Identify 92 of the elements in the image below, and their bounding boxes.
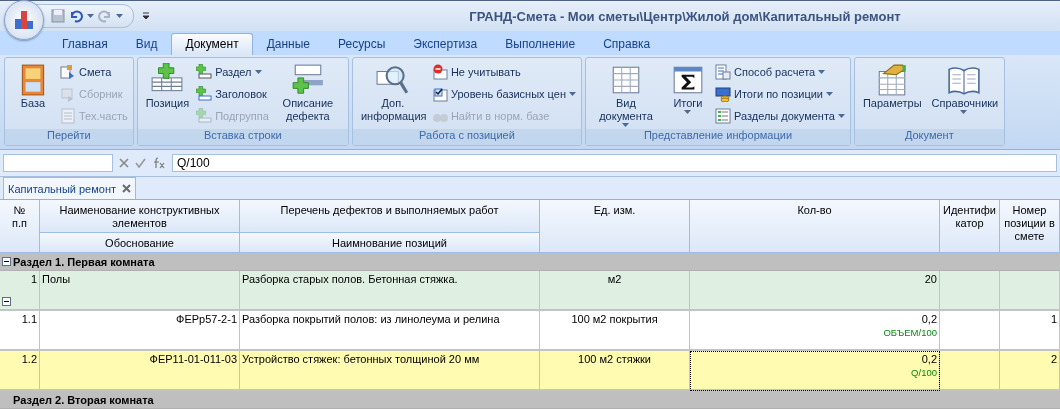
text-page-icon [60,108,76,125]
column-header: Идентификатор [940,200,1000,253]
ribbon-button[interactable]: Описание дефекта [272,60,343,130]
group-caption: Работа с позицией [352,129,581,146]
column-subheader: Наимнование позиций [240,233,540,253]
add-section-icon [196,64,213,81]
add-subgroup-icon [196,108,213,125]
dropdown-icon [569,92,576,97]
column-header: Наименование конструктивных элементов [40,200,240,233]
column-header: Номер позиции в смете [1000,200,1060,253]
ribbon-tab[interactable]: Выполнение [491,32,590,55]
dropdown-icon [254,70,262,75]
quantity-value: 0,2 [920,313,937,326]
ribbon-button[interactable]: Итоги по позиции [715,84,845,104]
add-defect-icon [290,62,325,97]
dropdown-icon [960,109,968,114]
dropdown-icon [826,92,833,97]
table-cell: 1.1 [0,311,40,351]
column-header: Перечень дефектов и выполняемых работ [240,200,540,233]
ribbon-button[interactable]: Уровень базисных цен [431,84,576,104]
checklist-icon [431,86,448,103]
document-icon [60,64,76,81]
ribbon-button[interactable]: Вид документа [591,60,661,130]
function-icon[interactable] [152,157,166,170]
group-caption: Вставка строки [137,129,348,146]
table-cell: 100 м2 покрытия [540,311,690,351]
table-cell: Устройство стяжек: бетонных толщиной 20 мм [240,351,540,391]
group-caption: Перейти [5,129,133,146]
table-cell: 2 [1000,351,1060,391]
table-cell: ФЕРр57-2-1 [40,311,240,351]
ribbon-button[interactable]: Справочники [928,60,999,130]
ribbon-button[interactable]: Итоги [665,60,711,130]
ribbon-tab[interactable]: Экспертиза [399,32,492,55]
quantity-formula: ОБЪЕМ/100 [882,326,937,339]
undo-dropdown-icon [87,14,94,18]
column-header: Кол-во [690,200,940,253]
quantity-value: 0,2 [920,353,937,366]
dropdown-icon [837,114,845,119]
collapse-icon[interactable] [2,297,11,306]
customize-toolbar-icon[interactable] [142,12,150,20]
ribbon-button[interactable]: Доп. информация [357,60,428,130]
table-cell: 1 [1000,311,1060,351]
ribbon-tab[interactable]: Ресурсы [324,32,400,55]
ribbon-button[interactable]: Способ расчета [715,62,845,82]
ribbon-button[interactable]: Параметры [859,60,925,130]
confirm-icon[interactable] [135,158,146,169]
ribbon-button[interactable]: Смета [60,62,128,82]
section-title: Раздел 2. Вторая комната [13,393,154,406]
dropdown-icon [818,70,826,75]
column-header: № п.п [0,200,40,253]
redo-dropdown-icon [116,14,123,18]
table-cell: м2 [540,271,690,311]
group-caption: Представление информации [586,129,850,146]
quantity-value: 20 [923,273,937,286]
ribbon-button[interactable]: База [10,60,56,130]
table-cell: 100 м2 стяжки [540,351,690,391]
table-cell: Полы [40,271,240,311]
dropdown-icon [684,109,692,114]
section-title: Раздел 1. Первая комната [13,255,155,268]
ribbon-button[interactable]: Не учитывать [431,62,576,82]
ribbon-tab[interactable]: Главная [48,32,122,55]
column-header: Ед. изм. [540,200,690,253]
exclude-icon [431,64,448,81]
add-heading-icon [196,86,213,103]
coins-icon [715,86,731,103]
table-cell: 1 [0,271,40,311]
quantity-formula: Q/100 [910,366,937,379]
ribbon-button[interactable]: Позиция [142,60,193,130]
document-tab[interactable]: Капитальный ремонт [3,177,137,199]
formula-field[interactable]: Q/100 [172,154,1057,173]
dropdown-icon [622,122,630,127]
undo-icon[interactable] [69,9,83,23]
ribbon-button[interactable]: Раздел [196,62,269,82]
ribbon-tab[interactable]: Справка [589,32,665,55]
close-icon[interactable] [122,184,132,193]
cancel-icon[interactable] [119,158,129,169]
ribbon-tab[interactable]: Документ [171,32,253,55]
group-caption: Документ [854,129,1004,146]
ribbon-button[interactable]: Заголовок [196,84,269,104]
table-cell: 1.2 [0,351,40,391]
application-menu-button[interactable] [4,0,44,40]
ribbon-tab[interactable]: Данные [252,32,324,55]
sections-icon [715,108,731,125]
ribbon-tab[interactable]: Вид [121,32,172,55]
table-cell: ФЕР11-01-011-03 [40,351,240,391]
table-cell: Разборка старых полов. Бетонная стяжка. [240,271,540,311]
table-cell: Разборка покрытий полов: из линолеума и релина [240,311,540,351]
window-title: ГРАНД-Смета - Мои сметы\Центр\Жилой дом\Капитальный ремонт [468,8,902,24]
collapse-icon[interactable] [2,257,11,266]
column-subheader: Обоснование [40,233,240,253]
ribbon-button[interactable]: Разделы документа [715,106,845,126]
calculator-icon [715,64,731,81]
